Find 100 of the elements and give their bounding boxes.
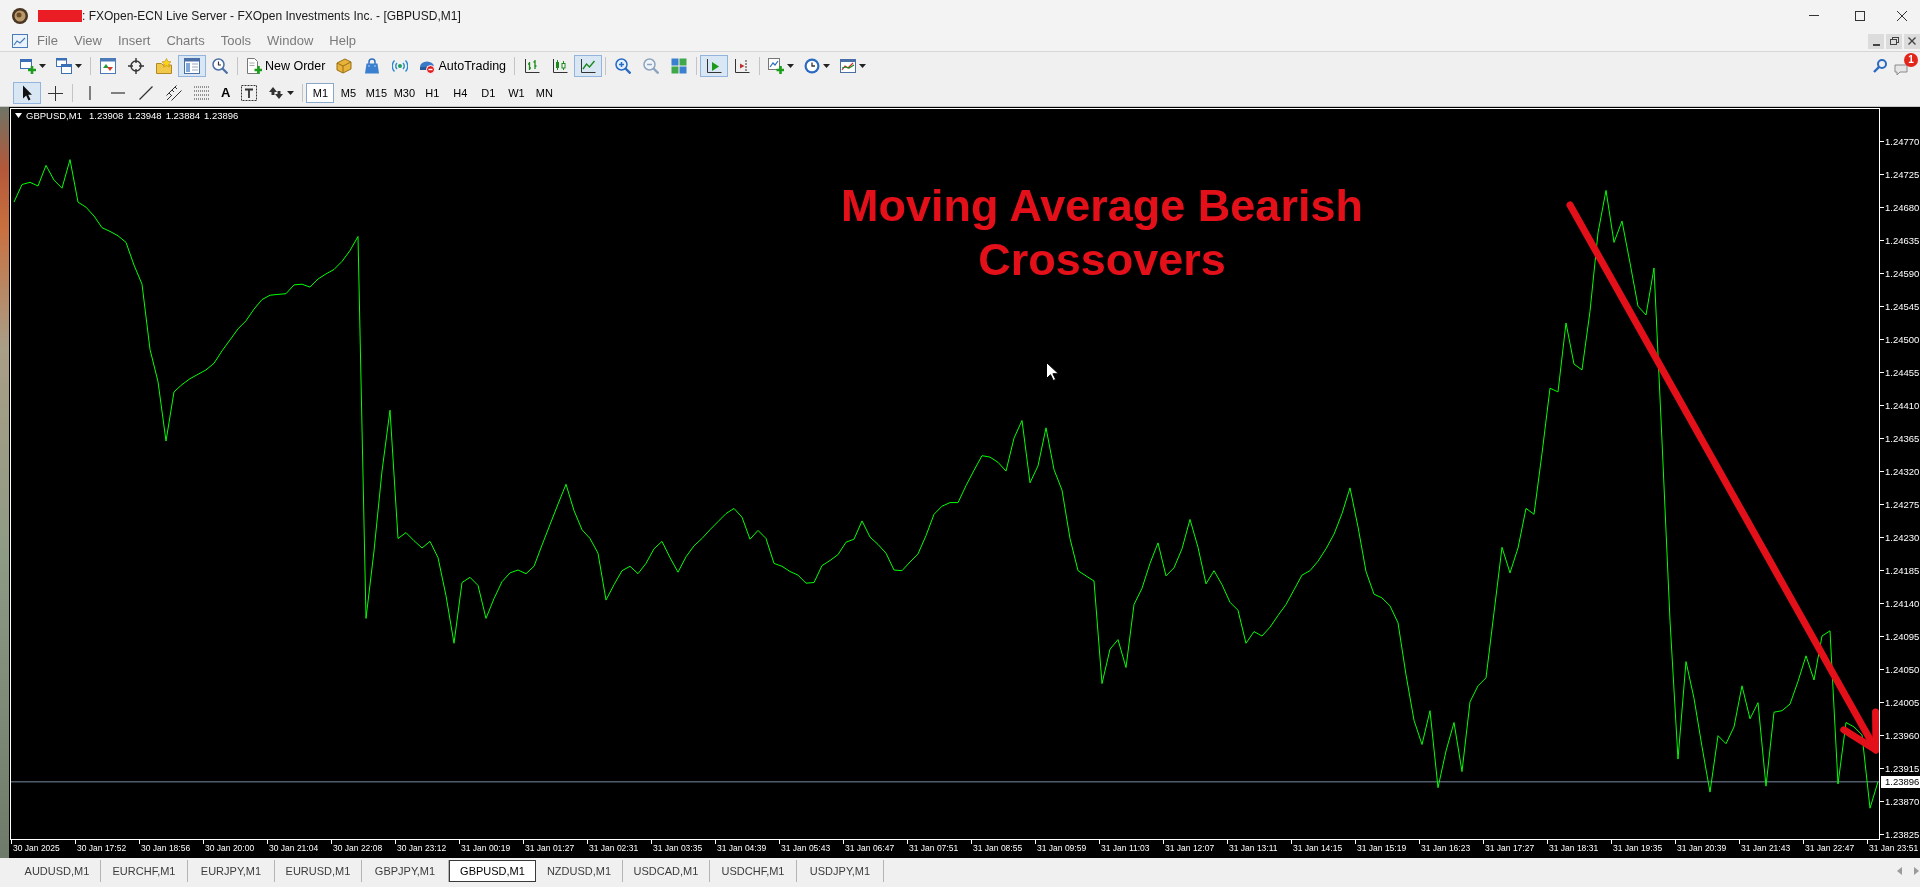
price-axis-label: 1.24410	[1885, 399, 1920, 411]
text-button[interactable]: A	[216, 82, 236, 104]
child-close-button[interactable]	[1904, 33, 1920, 49]
chart-tab[interactable]: EURCHF,M1	[101, 860, 188, 882]
timeframe-button[interactable]: M15	[362, 83, 391, 103]
text-frame-icon	[241, 85, 258, 101]
chart-title: GBPUSD,M1	[26, 110, 82, 121]
price-axis-label: 1.24230	[1885, 531, 1920, 543]
price-axis-label: 1.24275	[1885, 498, 1920, 510]
trendline-icon	[139, 86, 153, 100]
time-axis-label: 31 Jan 21:43	[1741, 843, 1791, 854]
window-plus-icon	[20, 58, 36, 74]
price-axis-label: 1.24635	[1885, 234, 1920, 246]
arrow-marks-icon	[268, 85, 285, 101]
quote-window-icon	[100, 58, 116, 74]
messages-button[interactable]: 1	[1894, 55, 1918, 77]
time-axis-label: 31 Jan 18:31	[1549, 843, 1599, 854]
panel-window-icon	[184, 58, 200, 74]
time-axis-label: 31 Jan 06:47	[845, 843, 895, 854]
chart-plus-icon	[768, 58, 785, 74]
time-axis-label: 31 Jan 23:51	[1869, 843, 1919, 854]
chart-tab[interactable]: EURJPY,M1	[188, 860, 275, 882]
time-axis-label: 31 Jan 00:19	[461, 843, 511, 854]
time-axis-label: 30 Jan 18:56	[141, 843, 191, 854]
chart-tab[interactable]: AUDUSD,M1	[14, 860, 101, 882]
chat-bubble-icon	[1894, 64, 1908, 76]
time-axis-label: 31 Jan 13:11	[1229, 843, 1279, 854]
zoom-in-icon	[615, 58, 632, 74]
time-axis-label: 30 Jan 17:52	[77, 843, 127, 854]
timeframe-button[interactable]: W1	[502, 83, 531, 103]
timeframe-button[interactable]: M1	[306, 83, 335, 103]
price-axis-label: 1.23960	[1885, 729, 1920, 741]
time-axis-label: 31 Jan 17:27	[1485, 843, 1535, 854]
menu-item[interactable]: Window	[259, 31, 322, 51]
triangle-down-icon[interactable]	[15, 113, 22, 118]
price-axis-label: 1.24680	[1885, 201, 1920, 213]
app-logo-icon	[12, 7, 28, 24]
mouse-pointer-icon	[1046, 362, 1058, 381]
line-chart-button[interactable]	[574, 55, 603, 77]
time-axis-label: 31 Jan 04:39	[717, 843, 767, 854]
timeframe-button[interactable]: M30	[390, 83, 419, 103]
timeframe-button[interactable]: M5	[334, 83, 363, 103]
channel-icon	[166, 85, 182, 101]
chart-tab[interactable]: NZDUSD,M1	[536, 860, 623, 882]
price-axis-label: 1.24050	[1885, 663, 1920, 675]
chart-tab[interactable]: USDCAD,M1	[623, 860, 710, 882]
chart-tab[interactable]: USDJPY,M1	[797, 860, 884, 882]
timeframe-button[interactable]: MN	[530, 83, 559, 103]
time-axis-label: 31 Jan 09:59	[1037, 843, 1087, 854]
auto-scroll-button[interactable]	[700, 55, 729, 77]
time-axis-label: 31 Jan 01:27	[525, 843, 575, 854]
child-minimize-button[interactable]	[1868, 33, 1884, 49]
time-axis-label: 31 Jan 08:55	[973, 843, 1023, 854]
price-axis-label: 1.24590	[1885, 267, 1920, 279]
chart-tab[interactable]: GBPUSD,M1	[449, 860, 536, 882]
menu-item[interactable]: File	[29, 31, 66, 51]
chart-tab[interactable]: USDCHF,M1	[710, 860, 797, 882]
line-chart-icon	[580, 58, 597, 74]
time-axis-label: 30 Jan 2025	[13, 843, 61, 854]
crosshair-plus-icon	[47, 85, 63, 101]
time-axis-label: 30 Jan 22:08	[333, 843, 383, 854]
menu-item[interactable]: View	[65, 31, 110, 51]
time-axis-label: 31 Jan 16:23	[1421, 843, 1471, 854]
time-axis-label: 30 Jan 21:04	[269, 843, 319, 854]
time-axis-label: 31 Jan 20:39	[1677, 843, 1727, 854]
price-axis-label: 1.24500	[1885, 333, 1920, 345]
new-order-button[interactable]: New Order	[241, 55, 331, 77]
chart-tab[interactable]: EURUSD,M1	[275, 860, 362, 882]
autotrading-button[interactable]: AutoTrading	[414, 55, 512, 77]
zoom-out-icon	[643, 58, 660, 74]
price-axis-label: 1.24770	[1885, 135, 1920, 147]
fibonacci-icon	[194, 86, 210, 100]
axis-marker-icon	[734, 58, 751, 74]
timeframe-button[interactable]: H4	[446, 83, 475, 103]
time-axis-label: 31 Jan 15:19	[1357, 843, 1407, 854]
cursor-button[interactable]	[13, 82, 41, 104]
price-axis-label: 1.24095	[1885, 630, 1920, 642]
timeframe-button[interactable]: D1	[474, 83, 503, 103]
tile-windows-icon	[671, 58, 688, 74]
price-axis-label: 1.24320	[1885, 465, 1920, 477]
price-axis-label: 1.24455	[1885, 366, 1920, 378]
time-axis-label: 30 Jan 20:00	[205, 843, 255, 854]
time-axis-label: 30 Jan 23:12	[397, 843, 447, 854]
price-axis-label: 1.24365	[1885, 432, 1920, 444]
price-axis-label: 1.24545	[1885, 300, 1920, 312]
minimize-icon	[1872, 43, 1880, 46]
menu-item[interactable]: Insert	[109, 31, 159, 51]
axis-arrow-icon	[706, 58, 723, 74]
child-restore-button[interactable]	[1886, 33, 1902, 49]
menu-item[interactable]: Charts	[158, 31, 213, 51]
timeframe-button[interactable]: H1	[418, 83, 447, 103]
time-axis-label: 31 Jan 19:35	[1613, 843, 1663, 854]
time-axis-label: 31 Jan 12:07	[1165, 843, 1215, 854]
menu-item[interactable]: Tools	[212, 31, 260, 51]
cursor-icon	[21, 85, 33, 101]
menu-item[interactable]: Help	[321, 31, 365, 51]
signal-icon	[392, 58, 409, 74]
terminal-button[interactable]	[178, 55, 206, 77]
clock-icon	[804, 58, 821, 74]
price-axis-label: 1.23870	[1885, 795, 1920, 807]
